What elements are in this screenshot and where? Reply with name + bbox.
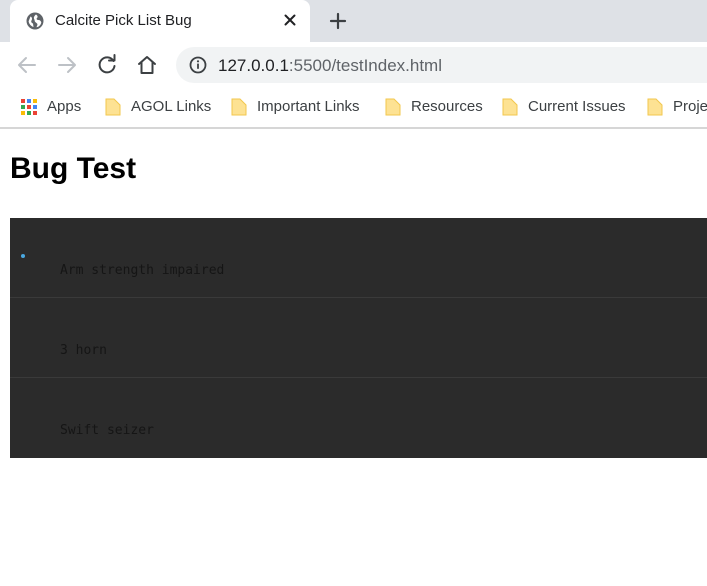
bookmark-label: AGOL Links xyxy=(131,98,212,115)
close-icon[interactable] xyxy=(280,10,300,30)
pick-list-item[interactable]: Arm strength impaired xyxy=(10,218,707,298)
pick-list-item[interactable]: 3 horn xyxy=(10,298,707,378)
apps-grid-icon xyxy=(21,99,37,115)
plus-icon[interactable] xyxy=(326,9,350,33)
pick-list: Arm strength impaired 3 horn Swift seize… xyxy=(10,218,707,458)
folder-icon xyxy=(647,98,663,116)
bookmark-label: Proje xyxy=(673,98,707,115)
bookmark-label: Apps xyxy=(47,98,82,115)
browser-tab[interactable]: Calcite Pick List Bug xyxy=(10,0,310,42)
page-title: Bug Test xyxy=(10,152,137,185)
reload-icon[interactable] xyxy=(95,53,119,77)
url-host: 127.0.0.1 xyxy=(218,56,289,75)
forward-arrow-icon[interactable] xyxy=(55,53,79,77)
folder-icon xyxy=(385,98,401,116)
folder-icon xyxy=(105,98,121,116)
globe-icon xyxy=(26,12,44,30)
bookmark-label: Resources xyxy=(411,98,483,115)
selection-indicator-icon xyxy=(21,254,25,258)
back-arrow-icon[interactable] xyxy=(15,53,39,77)
pick-list-item-label: Swift seizer xyxy=(60,423,154,438)
pick-list-item-label: 3 horn xyxy=(60,343,107,358)
bookmarks-bar: Apps AGOL Links Important Links Resource… xyxy=(0,88,707,129)
browser-toolbar: 127.0.0.1:5500/testIndex.html xyxy=(0,42,707,88)
pick-list-item-label: Arm strength impaired xyxy=(60,263,225,278)
pick-list-item[interactable]: Swift seizer xyxy=(10,378,707,458)
bookmark-label: Important Links xyxy=(257,98,360,115)
home-icon[interactable] xyxy=(135,53,159,77)
tab-title: Calcite Pick List Bug xyxy=(55,12,192,29)
folder-icon xyxy=(231,98,247,116)
address-bar[interactable]: 127.0.0.1:5500/testIndex.html xyxy=(176,47,707,83)
url-text[interactable]: 127.0.0.1:5500/testIndex.html xyxy=(218,56,442,76)
info-icon[interactable] xyxy=(189,56,207,74)
bookmark-label: Current Issues xyxy=(528,98,626,115)
url-path: :5500/testIndex.html xyxy=(288,56,442,75)
tab-strip: Calcite Pick List Bug xyxy=(0,0,707,42)
folder-icon xyxy=(502,98,518,116)
